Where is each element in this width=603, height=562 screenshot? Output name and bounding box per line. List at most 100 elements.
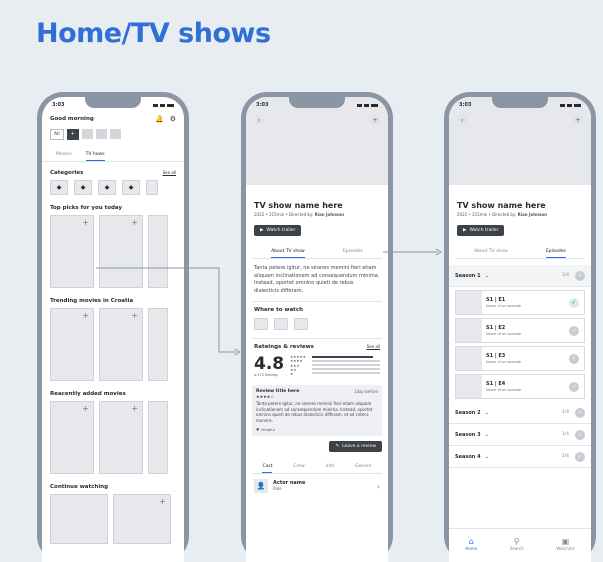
status-icons	[153, 103, 174, 107]
trending-title: Trending movies in Croatia	[50, 298, 134, 304]
category-tile[interactable]	[146, 180, 158, 195]
check-icon[interactable]: ✓	[569, 297, 579, 308]
season-row[interactable]: Season 3 ⌄ 1/4 ✓	[449, 424, 591, 446]
phone-home: 3:03 Good morning 🔔 ⚙ All + Movies TV ho…	[37, 92, 189, 562]
category-tile[interactable]: ◆	[98, 180, 116, 195]
plus-icon[interactable]: +	[82, 311, 89, 320]
tab-about[interactable]: About TV show	[474, 249, 508, 254]
poster-card[interactable]: +	[99, 401, 143, 474]
leave-review-button[interactable]: ✎ Leave a review	[329, 441, 382, 452]
episode-thumbnail	[456, 375, 482, 398]
back-icon[interactable]: ‹	[254, 115, 264, 125]
chip[interactable]	[81, 129, 93, 139]
check-icon[interactable]: ✓	[575, 270, 585, 281]
poster-card[interactable]	[148, 308, 168, 381]
episode-thumbnail	[456, 291, 482, 314]
tab-crew[interactable]: Crew	[293, 464, 304, 469]
streaming-service[interactable]	[294, 318, 308, 330]
greeting: Good morning	[50, 116, 94, 122]
back-icon[interactable]: ‹	[457, 115, 467, 125]
episode-row[interactable]: S1 | E4 Name of an episode ✓	[455, 374, 585, 399]
continue-card[interactable]: +	[113, 494, 171, 544]
plus-icon[interactable]: +	[573, 115, 583, 125]
episode-row[interactable]: S1 | E2 Name of an episode ✓	[455, 318, 585, 343]
check-icon[interactable]: ✓	[575, 407, 585, 418]
where-title: Where to watch	[254, 307, 303, 313]
streaming-service[interactable]	[274, 318, 288, 330]
tab-episodes[interactable]: Episodes	[545, 249, 566, 258]
heart-icon: ♥	[256, 427, 260, 432]
tab-info[interactable]: Info	[326, 464, 335, 469]
poster-card[interactable]	[148, 401, 168, 474]
watch-trailer-button[interactable]: ▶ Watch trailer	[254, 225, 302, 236]
category-tile[interactable]: ◆	[74, 180, 92, 195]
episode-thumbnail	[456, 347, 482, 370]
check-icon[interactable]: ✓	[569, 353, 579, 364]
category-tile[interactable]: ◆	[50, 180, 68, 195]
plus-icon[interactable]: +	[131, 218, 138, 227]
gear-icon[interactable]: ⚙	[170, 115, 176, 123]
poster-card[interactable]: +	[99, 215, 143, 288]
plus-icon[interactable]: +	[82, 218, 89, 227]
poster-card[interactable]: +	[50, 215, 94, 288]
bell-icon[interactable]: 🔔	[155, 115, 164, 123]
show-detail-screen: 3:03 ‹ + TV show name here 2022 • 215min…	[246, 97, 388, 562]
tab-about[interactable]: About TV show	[271, 249, 305, 258]
episode-row[interactable]: S1 | E3 Name of an episode ✓	[455, 346, 585, 371]
category-tile[interactable]: ◆	[122, 180, 140, 195]
check-icon[interactable]: ✓	[569, 325, 579, 336]
poster-card[interactable]: +	[99, 308, 143, 381]
phone-show-detail: 3:03 ‹ + TV show name here 2022 • 215min…	[241, 92, 393, 562]
cast-row[interactable]: 👤 Actor name Role ›	[252, 474, 382, 498]
check-icon[interactable]: ✓	[569, 381, 579, 392]
chip-all[interactable]: All	[50, 129, 64, 140]
tag-icon: ◆	[104, 184, 110, 191]
tab-episodes[interactable]: Episodes	[343, 249, 363, 254]
phone-episodes: 3:03 ‹ + TV show name here 2022 • 215min…	[444, 92, 596, 562]
tag-icon: ◆	[56, 184, 62, 191]
plus-icon[interactable]: +	[131, 404, 138, 413]
check-icon[interactable]: ✓	[575, 451, 585, 462]
plus-icon[interactable]: +	[82, 404, 89, 413]
episodes-screen: 3:03 ‹ + TV show name here 2022 • 215min…	[449, 97, 591, 562]
poster-card[interactable]: +	[50, 401, 94, 474]
home-screen: 3:03 Good morning 🔔 ⚙ All + Movies TV ho…	[42, 97, 184, 562]
episode-row[interactable]: S1 | E1 Name of an episode ✓	[455, 290, 585, 315]
review-text: Tanta petere igitur, ne sineres memini f…	[256, 401, 373, 423]
watch-trailer-button[interactable]: ▶ Watch trailer	[457, 225, 505, 236]
chip[interactable]	[95, 129, 107, 139]
show-meta: 2022 • 215min • Directed by:	[457, 212, 518, 217]
season-row[interactable]: Season 1 ⌄ 1/4 ✓	[449, 265, 591, 287]
nav-watchlist[interactable]: ▣ Watchlist	[556, 537, 574, 551]
season-row[interactable]: Season 4 ⌄ 1/4 ✓	[449, 446, 591, 468]
check-icon[interactable]: ✓	[575, 429, 585, 440]
person-icon: 👤	[254, 479, 268, 493]
see-all-link[interactable]: See all	[163, 170, 176, 176]
helpful-button[interactable]: ♥ Helpful	[256, 427, 378, 432]
plus-icon[interactable]: +	[370, 115, 380, 125]
chip[interactable]	[109, 129, 121, 139]
rating-value: 4.8	[254, 354, 285, 374]
tab-movies[interactable]: Movies	[56, 152, 72, 157]
plus-icon[interactable]: +	[131, 311, 138, 320]
streaming-service[interactable]	[254, 318, 268, 330]
review-card[interactable]: Review title here 1day before ★★★★☆ Tant…	[252, 385, 382, 436]
see-all-link[interactable]: See all	[367, 344, 380, 350]
nav-search[interactable]: ⚲ Search	[510, 537, 524, 551]
show-title: TV show name here	[254, 201, 343, 210]
plus-icon[interactable]: +	[159, 497, 166, 506]
top-picks-title: Top picks for you today	[50, 205, 123, 211]
tab-genere[interactable]: Genere	[355, 464, 371, 469]
nav-home[interactable]: ⌂ Home	[465, 537, 477, 551]
chevron-down-icon: ⌄	[484, 453, 489, 460]
poster-card[interactable]	[148, 215, 168, 288]
tv-icon: ▣	[561, 536, 570, 546]
poster-card[interactable]: +	[50, 308, 94, 381]
play-icon: ▶	[463, 228, 467, 233]
season-row[interactable]: Season 2 ⌄ 1/4 ✓	[449, 402, 591, 424]
continue-card[interactable]	[50, 494, 108, 544]
chip-add[interactable]: +	[66, 129, 79, 140]
tab-tv-shows[interactable]: TV hows	[85, 152, 105, 161]
chevron-down-icon: ⌄	[484, 431, 489, 438]
tab-cast[interactable]: Cast	[262, 464, 273, 473]
